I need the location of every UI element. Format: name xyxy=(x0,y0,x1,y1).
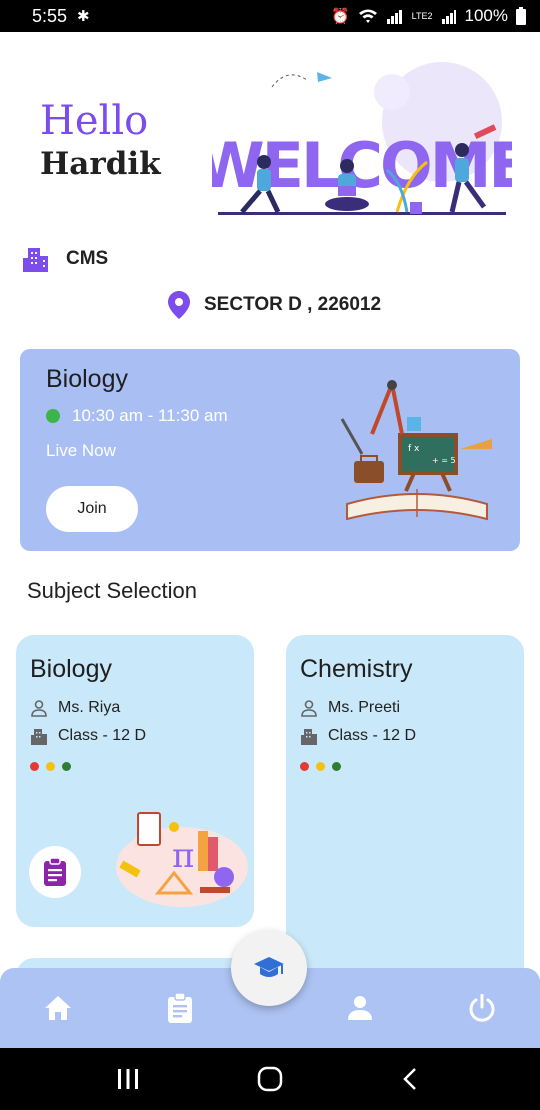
recent-apps-button[interactable] xyxy=(108,1064,148,1094)
home-circle-icon xyxy=(257,1066,283,1092)
education-illustration: f x + = 5 xyxy=(340,380,492,521)
network-label: LTE2 xyxy=(411,10,433,21)
teacher-name: Ms. Riya xyxy=(58,699,121,716)
live-indicator-dot xyxy=(46,409,60,423)
assignment-button[interactable] xyxy=(29,846,81,898)
join-button[interactable]: Join xyxy=(46,486,138,532)
class-row: Class - 12 D xyxy=(30,727,146,745)
teacher-row: Ms. Preeti xyxy=(300,699,400,717)
organization-row: CMS xyxy=(22,246,108,272)
live-class-subject: Biology xyxy=(46,365,128,393)
nav-home[interactable] xyxy=(40,990,76,1026)
svg-text:f x: f x xyxy=(408,444,420,454)
app-screen: 5:55 ✱ ⏰ LTE2 100% Hello Hardik WELCOME xyxy=(0,0,540,1110)
graduation-cap-icon xyxy=(254,957,284,977)
live-class-time-row: 10:30 am - 11:30 am xyxy=(46,406,228,426)
power-icon xyxy=(469,994,495,1022)
live-class-status: Live Now xyxy=(46,441,116,460)
yellow-dot xyxy=(46,762,55,771)
live-class-time: 10:30 am - 11:30 am xyxy=(72,406,228,425)
battery-percent: 100% xyxy=(464,6,508,25)
red-dot xyxy=(300,762,309,771)
home-system-button[interactable] xyxy=(250,1064,290,1094)
location-text: SECTOR D , 226012 xyxy=(204,294,382,315)
svg-text:π: π xyxy=(172,836,194,876)
slack-notification-icon: ✱ xyxy=(77,8,90,25)
system-navigation-bar xyxy=(0,1048,540,1110)
nav-profile[interactable] xyxy=(342,990,378,1026)
nav-tasks[interactable] xyxy=(162,990,198,1026)
class-label: Class - 12 D xyxy=(58,727,147,744)
person-outline-icon xyxy=(31,700,47,717)
clipboard-icon xyxy=(44,858,66,886)
subject-name: Biology xyxy=(30,655,112,683)
status-time: 5:55 xyxy=(32,5,68,26)
class-label: Class - 12 D xyxy=(328,727,417,744)
svg-text:+ = 5: + = 5 xyxy=(432,456,456,465)
nav-classes-fab[interactable] xyxy=(231,930,307,1006)
back-chevron-icon xyxy=(403,1068,416,1090)
nav-logout[interactable] xyxy=(464,990,500,1026)
signal-2-icon xyxy=(441,10,456,24)
location-pin-icon xyxy=(168,291,190,319)
subject-section-title: Subject Selection xyxy=(27,578,197,603)
building-icon xyxy=(23,248,48,272)
teacher-row: Ms. Riya xyxy=(30,699,120,717)
person-icon xyxy=(348,996,372,1020)
recent-apps-icon xyxy=(118,1069,138,1089)
yellow-dot xyxy=(316,762,325,771)
wifi-icon xyxy=(358,9,377,23)
building-small-icon xyxy=(31,729,47,745)
greeting-hello: Hello xyxy=(40,98,149,144)
signal-icon xyxy=(386,10,402,24)
status-dots xyxy=(30,762,71,771)
teacher-name: Ms. Preeti xyxy=(328,699,401,716)
math-illustration: π xyxy=(116,812,248,907)
location-row: SECTOR D , 226012 xyxy=(168,291,381,319)
status-dots xyxy=(300,762,341,771)
greeting-name: Hardik xyxy=(40,146,161,182)
person-outline-icon xyxy=(301,700,317,717)
back-button[interactable] xyxy=(390,1064,430,1094)
red-dot xyxy=(30,762,39,771)
subject-name: Chemistry xyxy=(300,655,413,683)
battery-icon xyxy=(516,7,526,25)
welcome-illustration: WELCOME xyxy=(212,62,512,215)
home-icon xyxy=(45,996,71,1020)
organization-name: CMS xyxy=(66,248,109,269)
status-bar: 5:55 ✱ ⏰ LTE2 100% xyxy=(0,0,540,32)
subject-card-biology[interactable]: Biology Ms. Riya Class - 12 D π xyxy=(16,635,254,927)
subject-card-chemistry[interactable]: Chemistry Ms. Preeti Class - 12 D xyxy=(286,635,524,995)
live-class-card[interactable]: Biology 10:30 am - 11:30 am Live Now Joi… xyxy=(20,349,520,551)
building-small-icon xyxy=(301,729,317,745)
green-dot xyxy=(62,762,71,771)
class-row: Class - 12 D xyxy=(300,727,416,745)
clipboard-icon xyxy=(168,993,192,1023)
alarm-icon: ⏰ xyxy=(330,8,350,25)
green-dot xyxy=(332,762,341,771)
